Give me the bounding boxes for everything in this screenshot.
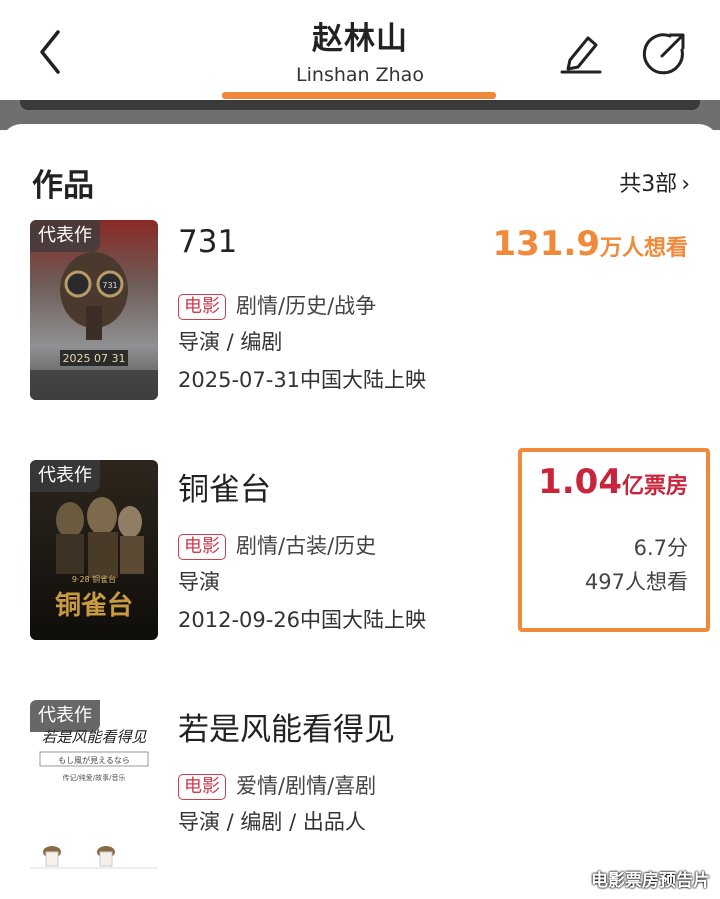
backdrop-content-edge — [20, 100, 700, 110]
top-nav-bar: 赵林山 Linshan Zhao — [0, 0, 720, 100]
work-title: 铜雀台 — [178, 472, 271, 508]
tab-underline-indicator — [222, 92, 496, 99]
poster-title: 铜雀台 — [55, 590, 133, 621]
poster-mark: 731 — [102, 281, 117, 290]
work-item-ruoshifeng[interactable]: 若是风能看得见 もし風が見えるなら 传记/纯爱/故事/音乐 代表作 若是风能看得… — [30, 700, 700, 880]
work-title: 若是风能看得见 — [178, 712, 395, 748]
want-unit: 万人想看 — [599, 236, 688, 261]
release-date: 2025-07-31中国大陆上映 — [178, 368, 427, 392]
genres: 爱情/剧情/喜剧 — [236, 774, 377, 798]
box-office-value: 1.04 — [538, 462, 622, 502]
works-count: 共3部 — [619, 172, 678, 197]
poster-sub-line: 传记/纯爱/故事/音乐 — [62, 773, 125, 782]
poster-date: 2025 07 31 — [63, 352, 126, 365]
box-office: 1.04亿票房 — [538, 462, 688, 502]
box-office-unit: 亿票房 — [621, 474, 688, 499]
want-to-watch: 131.9万人想看 — [492, 224, 688, 264]
work-poster[interactable]: 9·28 铜雀台 铜雀台 代表作 — [30, 460, 158, 640]
genres: 剧情/历史/战争 — [236, 294, 377, 318]
roles: 导演 / 编剧 / 出品人 — [178, 810, 366, 834]
section-title: 作品 — [32, 168, 94, 204]
representative-tag: 代表作 — [30, 460, 100, 492]
work-poster[interactable]: 2025 07 31 731 代表作 — [30, 220, 158, 400]
rating-score: 6.7分 — [633, 536, 688, 560]
work-poster[interactable]: 若是风能看得见 もし風が見えるなら 传记/纯爱/故事/音乐 代表作 — [30, 700, 158, 880]
work-item-731[interactable]: 2025 07 31 731 代表作 731 131.9万人想看 电影 剧情/历史… — [30, 220, 700, 400]
genre-row: 电影 剧情/历史/战争 — [178, 290, 376, 320]
release-date: 2012-09-26中国大陆上映 — [178, 608, 427, 632]
poster-jp-line: もし風が見えるなら — [58, 755, 130, 765]
representative-tag: 代表作 — [30, 700, 100, 732]
type-badge: 电影 — [178, 294, 226, 320]
genre-row: 电影 爱情/剧情/喜剧 — [178, 770, 376, 800]
share-button[interactable] — [640, 30, 688, 76]
watermark: 电影票房预告片 — [591, 871, 710, 891]
poster-date-line: 9·28 铜雀台 — [72, 574, 116, 584]
type-badge: 电影 — [178, 534, 226, 560]
edit-button[interactable] — [556, 30, 604, 76]
roles: 导演 — [178, 570, 220, 594]
genre-row: 电影 剧情/古装/历史 — [178, 530, 376, 560]
share-icon — [642, 33, 685, 75]
works-count-link[interactable]: 共3部 › — [619, 166, 690, 198]
page-subtitle: Linshan Zhao — [296, 64, 424, 86]
want-count-small: 497人想看 — [584, 570, 688, 594]
representative-tag: 代表作 — [30, 220, 100, 252]
want-count: 131.9 — [492, 224, 600, 264]
roles: 导演 / 编剧 — [178, 330, 283, 354]
edit-icon — [560, 36, 602, 74]
chevron-right-icon: › — [681, 172, 690, 197]
page-title: 赵林山 — [312, 21, 408, 57]
work-title: 731 — [178, 224, 238, 260]
type-badge: 电影 — [178, 774, 226, 800]
genres: 剧情/古装/历史 — [236, 534, 377, 558]
page-title-block: 赵林山 Linshan Zhao — [0, 18, 720, 88]
